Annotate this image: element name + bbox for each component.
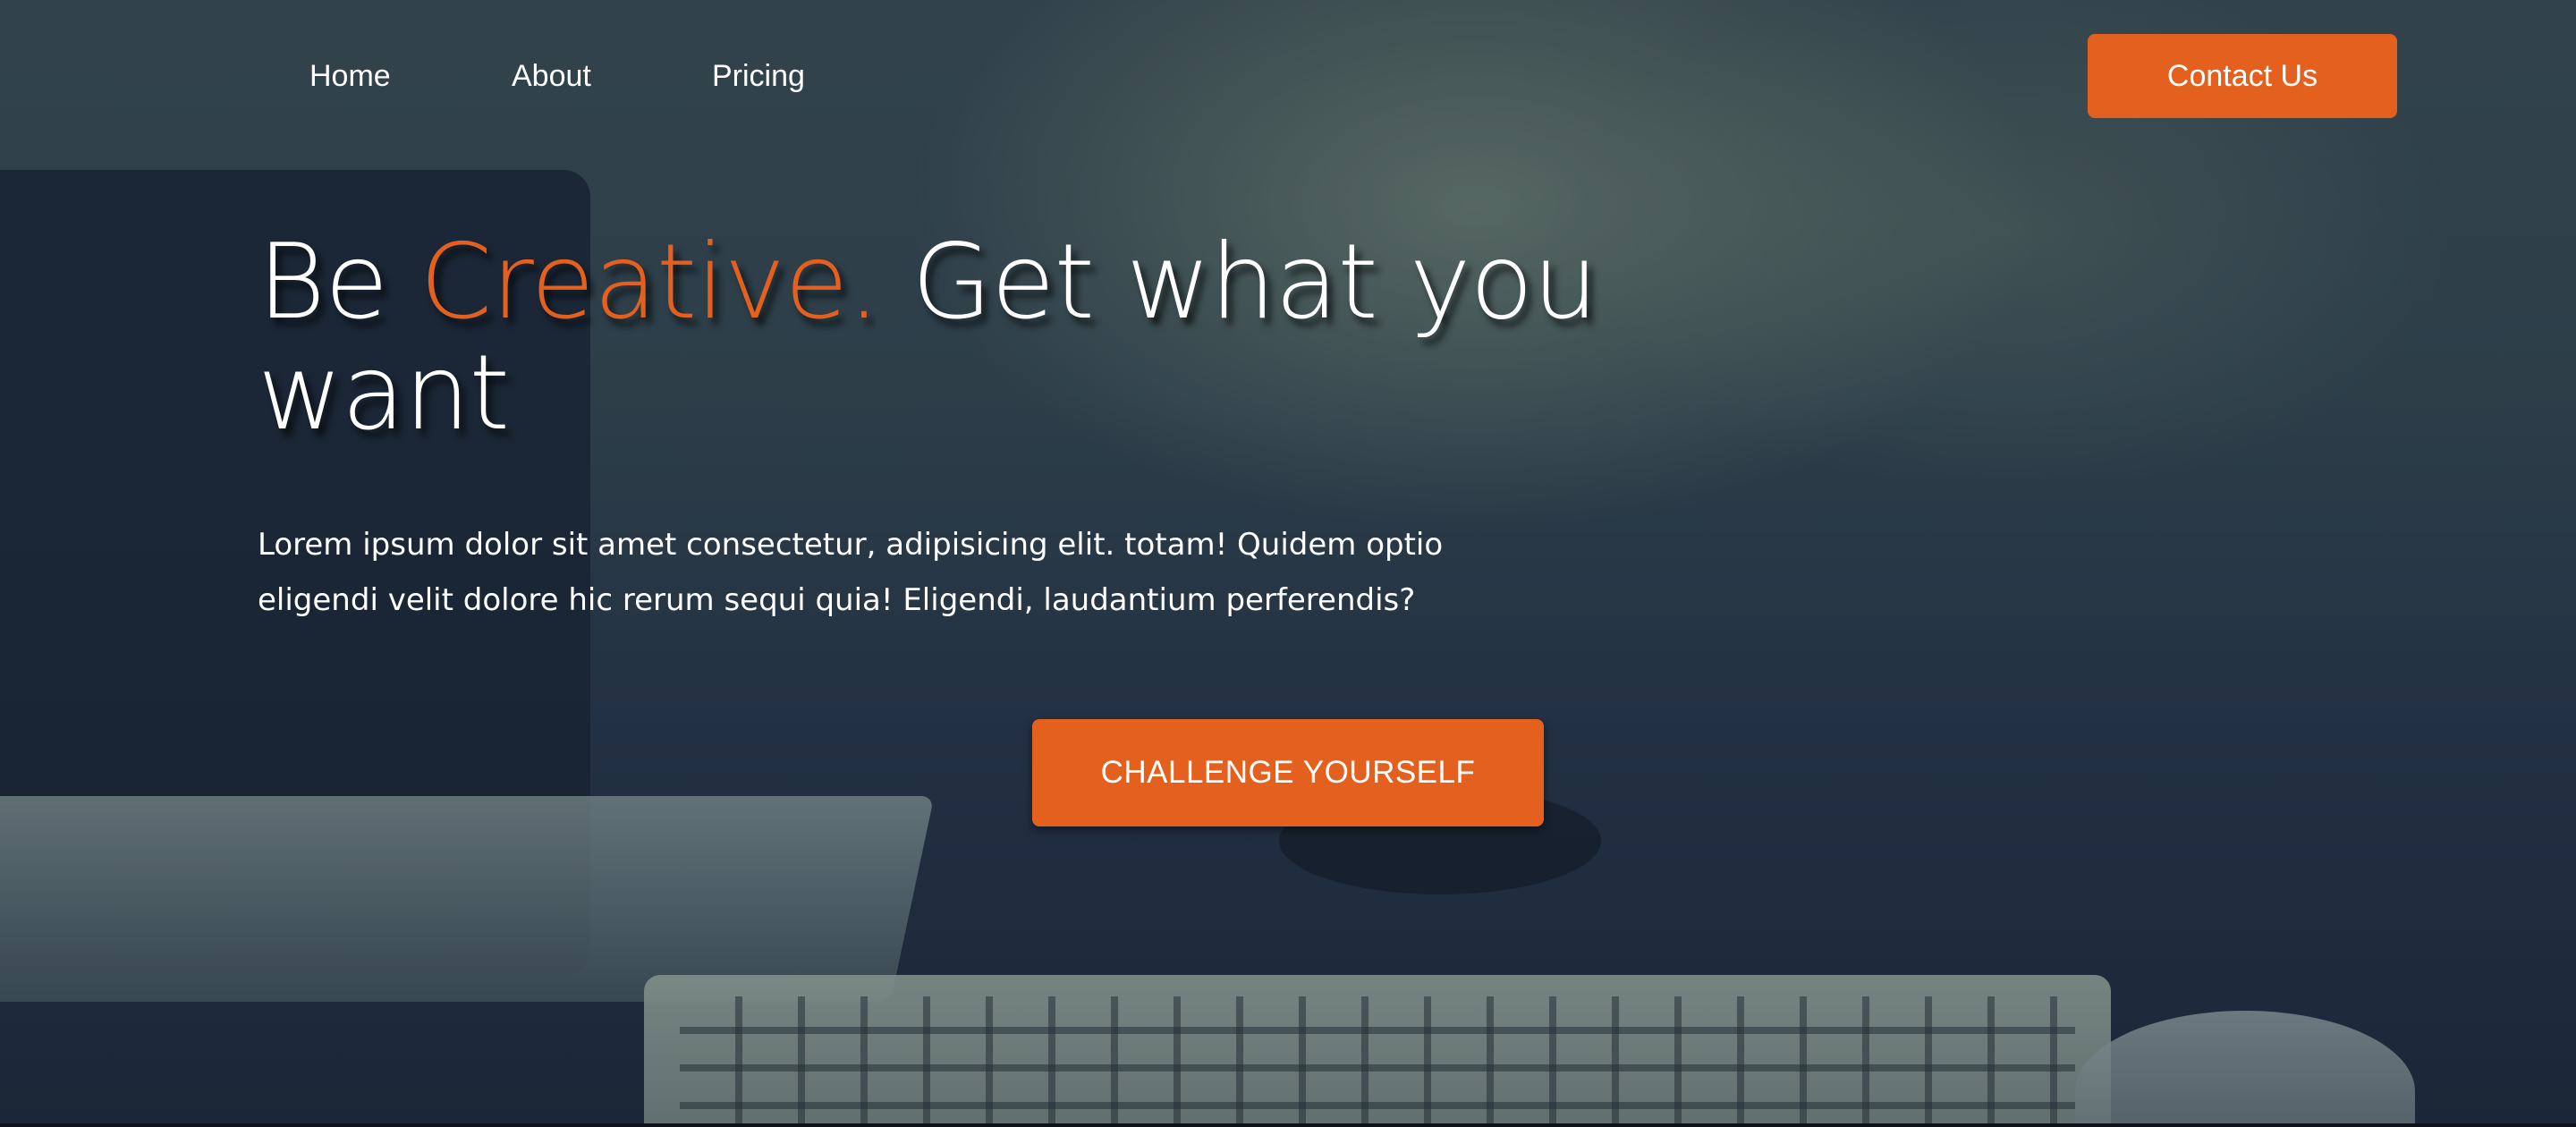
challenge-yourself-button[interactable]: CHALLENGE YOURSELF bbox=[1032, 719, 1544, 826]
nav-link-pricing[interactable]: Pricing bbox=[712, 59, 805, 94]
top-navigation: Home About Pricing Contact Us bbox=[0, 0, 2576, 154]
headline-prefix: Be bbox=[258, 222, 420, 343]
nav-link-about[interactable]: About bbox=[512, 59, 591, 94]
bottom-border bbox=[0, 1123, 2576, 1127]
hero-lead-text: Lorem ipsum dolor sit amet consectetur, … bbox=[258, 527, 1444, 618]
headline-accent: Creative. bbox=[419, 222, 880, 343]
contact-us-button[interactable]: Contact Us bbox=[2088, 34, 2397, 118]
nav-link-home[interactable]: Home bbox=[309, 59, 391, 94]
hero-headline: Be Creative. Get what you want bbox=[258, 227, 1599, 449]
